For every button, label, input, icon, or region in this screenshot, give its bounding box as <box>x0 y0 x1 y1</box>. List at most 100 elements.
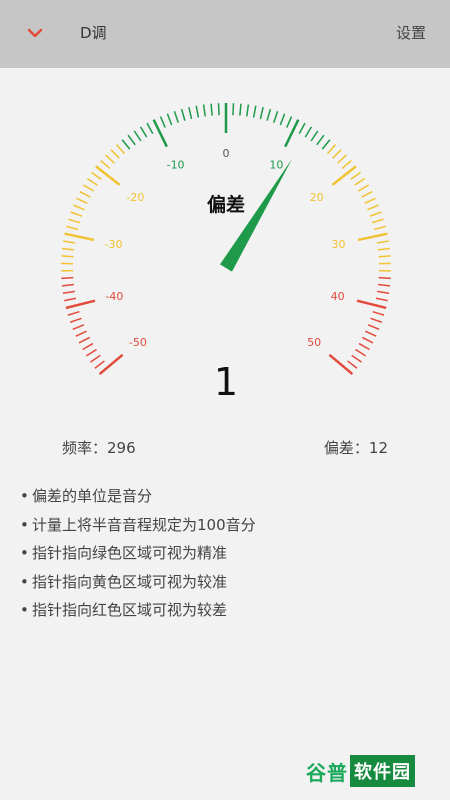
frequency-stat: 频率：296 <box>62 439 136 457</box>
minor-tick <box>94 360 105 369</box>
minor-tick <box>63 240 76 244</box>
gauge-reading: 1 <box>214 360 238 404</box>
gauge-center-label: 偏差 <box>207 193 245 216</box>
minor-tick <box>139 126 148 138</box>
minor-tick <box>61 283 74 287</box>
tuner-gauge: -50 -40 -30 -20 -10 0 10 20 30 40 50 偏差 1 <box>0 68 450 428</box>
minor-tick <box>279 113 286 126</box>
tick-label: 50 <box>307 336 321 349</box>
minor-tick <box>246 104 250 117</box>
minor-tick <box>361 190 373 198</box>
minor-tick <box>62 290 75 294</box>
minor-tick <box>370 317 383 323</box>
minor-tick <box>361 336 374 344</box>
tick-label: 30 <box>331 238 345 251</box>
note-text: 指针指向黄色区域可视为较准 <box>32 572 228 591</box>
bullet-icon: • <box>20 487 29 505</box>
minor-tick <box>327 144 337 155</box>
minor-tick <box>61 255 74 258</box>
minor-tick <box>78 336 91 344</box>
bullet-icon: • <box>20 601 29 620</box>
bullet-icon: • <box>20 572 29 591</box>
back-button[interactable] <box>18 18 52 48</box>
minor-tick <box>68 218 81 224</box>
minor-tick <box>69 317 82 323</box>
minor-tick <box>355 348 367 357</box>
note-item: • 偏差的单位是音分 <box>20 485 256 514</box>
chevron-down-icon <box>27 28 43 38</box>
minor-tick <box>373 225 386 231</box>
minor-tick <box>357 184 369 192</box>
deviation-stat: 偏差：12 <box>323 439 388 457</box>
minor-tick <box>304 126 313 138</box>
minor-tick <box>337 154 347 164</box>
note-text: 计量上将半音音程规定为100音分 <box>32 515 256 534</box>
minor-tick <box>217 103 220 116</box>
tick-label: -20 <box>126 191 144 204</box>
notes-list: • 偏差的单位是音分 • 计量上将半音音程规定为100音分 • 指针指向绿色区域可视为… <box>20 485 256 628</box>
major-tick <box>95 165 121 186</box>
tick-label: -40 <box>105 290 123 303</box>
tick-label: 0 <box>223 147 230 160</box>
watermark-text: 谷普 <box>306 760 348 785</box>
minor-tick <box>73 204 85 211</box>
minor-tick <box>310 130 319 142</box>
minor-tick <box>127 134 136 146</box>
tick-label: -50 <box>129 336 147 349</box>
minor-tick <box>376 240 389 244</box>
minor-tick <box>67 310 80 316</box>
minor-tick <box>350 171 361 180</box>
minor-tick <box>83 184 95 192</box>
minor-tick <box>364 197 376 205</box>
minor-tick <box>378 255 391 258</box>
minor-tick <box>61 276 74 280</box>
minor-tick <box>110 149 120 159</box>
minor-tick <box>188 107 193 120</box>
top-bar: D调 设置 <box>0 0 450 68</box>
watermark-logo: 谷普 软件园 <box>306 752 442 790</box>
minor-tick <box>365 330 377 337</box>
minor-tick <box>286 116 293 128</box>
minor-tick <box>105 154 115 164</box>
minor-tick <box>82 342 94 351</box>
minor-tick <box>75 330 87 337</box>
minor-tick <box>358 342 370 351</box>
major-tick <box>357 232 388 242</box>
minor-tick <box>62 247 75 251</box>
minor-tick <box>367 324 380 330</box>
minor-tick <box>372 310 385 316</box>
minor-tick <box>64 297 77 302</box>
major-tick <box>284 119 300 148</box>
bullet-icon: • <box>20 515 29 534</box>
minor-tick <box>133 130 142 142</box>
minor-tick <box>316 134 325 146</box>
minor-tick <box>85 348 97 357</box>
key-title: D调 <box>80 24 107 42</box>
note-text: 偏差的单位是音分 <box>32 487 153 505</box>
settings-button[interactable]: 设置 <box>396 22 426 43</box>
tick-label: 10 <box>269 159 283 172</box>
minor-tick <box>378 283 391 287</box>
minor-tick <box>121 139 131 150</box>
minor-tick <box>375 297 388 302</box>
note-item: • 指针指向黄色区域可视为较准 <box>20 571 256 600</box>
tick-label: -30 <box>105 238 123 251</box>
note-item: • 指针指向绿色区域可视为精准 <box>20 542 256 571</box>
minor-tick <box>298 122 306 135</box>
tick-label: -10 <box>167 159 185 172</box>
tick-label: 40 <box>331 290 345 303</box>
note-text: 指针指向绿色区域可视为精准 <box>32 544 228 563</box>
minor-tick <box>86 177 98 186</box>
minor-tick <box>354 177 366 186</box>
minor-tick <box>369 211 382 217</box>
minor-tick <box>79 190 91 198</box>
minor-tick <box>146 122 154 135</box>
minor-tick <box>377 290 390 294</box>
minor-tick <box>259 107 264 120</box>
major-tick <box>64 232 95 242</box>
minor-tick <box>232 103 235 116</box>
minor-tick <box>266 108 272 121</box>
major-tick <box>328 353 354 376</box>
tick-label: 20 <box>310 191 324 204</box>
minor-tick <box>173 111 179 123</box>
